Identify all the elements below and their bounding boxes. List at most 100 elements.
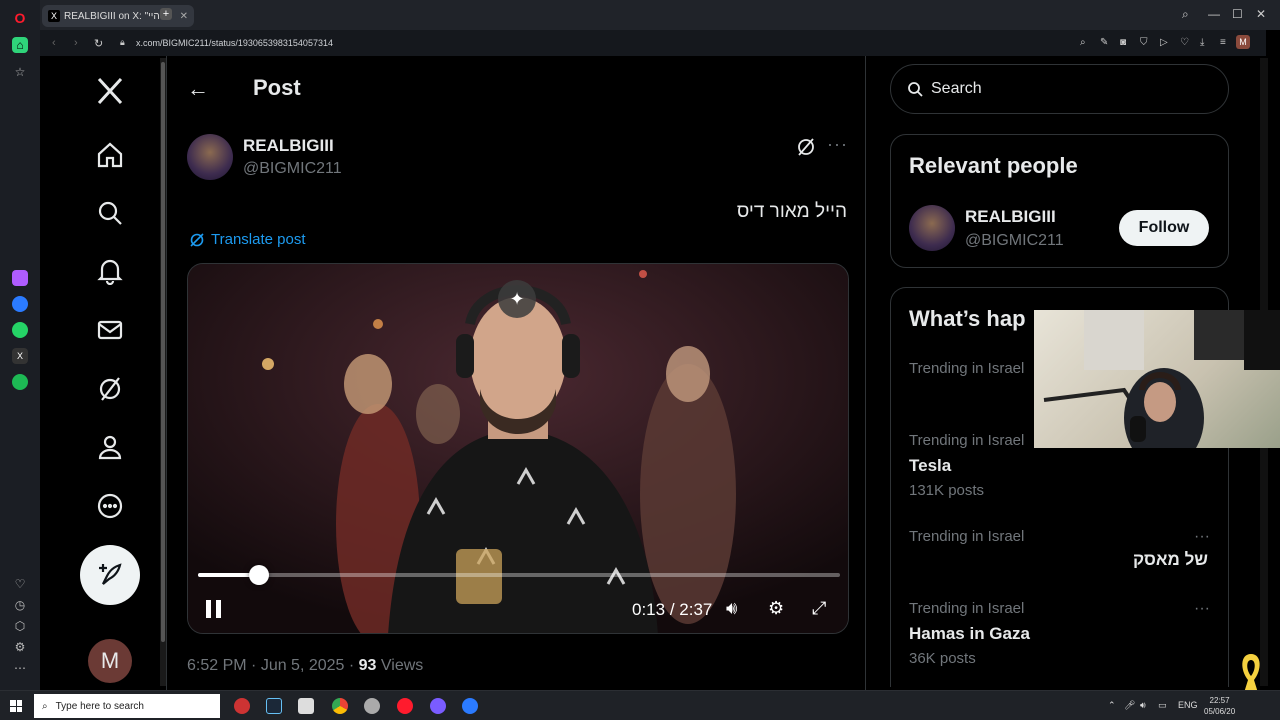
spotify-icon[interactable] <box>12 374 28 390</box>
url-field[interactable]: x.com/BIGMIC211/status/19306539831540573… <box>136 38 333 48</box>
opera-logo-icon[interactable]: O <box>12 10 28 26</box>
forward-nav-icon[interactable]: › <box>74 37 78 49</box>
post-date[interactable]: Jun 5, 2025 <box>261 657 345 674</box>
home-nav-icon[interactable] <box>95 140 125 170</box>
camera-icon[interactable]: ◙ <box>1120 37 1126 48</box>
menu-icon[interactable]: ≡ <box>1220 37 1226 48</box>
trend-more-icon[interactable]: ··· <box>1194 528 1210 546</box>
profile-avatar-icon[interactable]: M <box>1236 35 1250 49</box>
aria-icon[interactable] <box>12 270 28 286</box>
video-player[interactable]: ✦ 0:13 / 2:37 🔊︎ ⚙ ⤢ <box>187 263 849 634</box>
explore-search-icon[interactable] <box>95 198 125 228</box>
grok-nav-icon[interactable] <box>95 374 125 404</box>
webcam-frame <box>1043 310 1280 448</box>
duration: 2:37 <box>679 600 713 619</box>
settings-gear-icon[interactable]: ⚙ <box>768 598 784 619</box>
edit-icon[interactable]: ✎ <box>1100 37 1108 48</box>
favorite-icon[interactable]: ♡ <box>1180 37 1189 48</box>
post-column: ← Post REALBIGIII @BIGMIC211 ··· הייל מא… <box>166 56 866 690</box>
clock-time: 22:57 <box>1209 696 1230 705</box>
translate-post-link[interactable]: Translate post <box>189 231 306 248</box>
minimize-icon[interactable]: — <box>1208 7 1220 21</box>
star-icon[interactable]: ☆ <box>12 64 28 80</box>
history-icon[interactable]: ◷ <box>12 597 28 613</box>
whatsapp-icon[interactable] <box>12 322 28 338</box>
trend-name[interactable]: Tesla <box>909 456 951 476</box>
x-app-icon[interactable]: X <box>12 348 28 364</box>
find-icon[interactable]: ⌕ <box>1080 37 1086 48</box>
x-logo-icon[interactable] <box>95 76 125 106</box>
play-icon[interactable]: ▷ <box>1160 37 1168 48</box>
compose-post-button[interactable] <box>80 545 140 605</box>
account-avatar[interactable]: M <box>88 639 132 683</box>
trend-context: Trending in Israel <box>909 360 1025 377</box>
taskbar-search-icon: ⌕ <box>42 700 48 712</box>
opera-taskbar-icon[interactable] <box>397 698 413 714</box>
new-tab-button[interactable]: + <box>160 8 172 20</box>
follow-button[interactable]: Follow <box>1119 210 1209 246</box>
settings-icon[interactable]: ⚙ <box>12 639 28 655</box>
windows-start-icon[interactable] <box>10 700 22 712</box>
person-avatar[interactable] <box>909 205 955 251</box>
tab-close-icon[interactable]: ✕ <box>180 11 188 22</box>
tab-title: REALBIGIII on X: "היי" <box>64 10 160 22</box>
video-progress-bar[interactable] <box>198 565 840 585</box>
trend-context: Trending in Israel <box>909 600 1025 617</box>
tab-search-icon[interactable]: ⌕ <box>1182 7 1189 22</box>
windows-taskbar: ⌕ Type here to search ⌃ 🎤︎ 🔊︎ ▭ ENG 22:5… <box>0 690 1280 720</box>
trend-more-icon[interactable]: ··· <box>1194 600 1210 618</box>
post-time[interactable]: 6:52 PM <box>187 657 247 674</box>
taskbar-app-icon[interactable] <box>234 698 250 714</box>
taskbar-app-icon[interactable] <box>462 698 478 714</box>
shield-icon[interactable]: ⛉ <box>1140 37 1148 48</box>
chrome-icon[interactable] <box>332 698 348 714</box>
author-handle[interactable]: @BIGMIC211 <box>243 160 342 178</box>
webcam-overlay <box>1034 310 1280 448</box>
reload-icon[interactable]: ↻ <box>94 37 103 50</box>
language-indicator[interactable]: ENG <box>1178 700 1198 710</box>
taskbar-search[interactable]: ⌕ Type here to search <box>34 694 220 718</box>
microphone-icon[interactable]: 🎤︎ <box>1124 700 1135 711</box>
more-icon[interactable]: ⋯ <box>12 660 28 676</box>
messages-mail-icon[interactable] <box>95 315 125 345</box>
progress-scrubber[interactable] <box>248 565 269 585</box>
taskbar-app-icon[interactable] <box>364 698 380 714</box>
post-more-icon[interactable]: ··· <box>827 134 848 155</box>
author-avatar[interactable] <box>187 134 233 180</box>
grok-translate-icon <box>190 232 204 247</box>
grok-explain-icon[interactable] <box>795 136 817 158</box>
messenger-icon[interactable] <box>12 296 28 312</box>
taskbar-clock[interactable]: 22:57 05/06/20 <box>1204 695 1235 717</box>
person-name[interactable]: REALBIGIII <box>965 207 1056 227</box>
sparkle-icon[interactable]: ✦ <box>498 280 536 318</box>
person-handle[interactable]: @BIGMIC211 <box>965 232 1064 250</box>
more-options-icon[interactable] <box>95 491 125 521</box>
profile-person-icon[interactable] <box>95 432 125 462</box>
maximize-icon[interactable]: ☐ <box>1232 7 1243 21</box>
back-arrow-icon[interactable]: ← <box>187 76 209 102</box>
current-time: 0:13 <box>632 600 666 619</box>
network-icon[interactable]: ▭ <box>1158 700 1167 711</box>
download-icon[interactable]: ⤓ <box>1200 37 1204 48</box>
taskbar-app-icon[interactable] <box>298 698 314 714</box>
close-window-icon[interactable]: ✕ <box>1256 7 1266 21</box>
search-box[interactable]: Search <box>890 64 1229 114</box>
trend-name[interactable]: של מאסק <box>1133 550 1208 570</box>
fullscreen-icon[interactable]: ⤢ <box>812 598 826 619</box>
tray-chevron-icon[interactable]: ⌃ <box>1108 700 1116 711</box>
back-nav-icon[interactable]: ‹ <box>52 37 56 49</box>
steam-icon[interactable] <box>266 698 282 714</box>
speaker-icon[interactable]: 🔊︎ <box>1140 700 1146 711</box>
notifications-bell-icon[interactable] <box>95 256 125 286</box>
home-icon[interactable]: ⌂ <box>12 37 28 53</box>
extensions-icon[interactable]: ⬡ <box>12 618 28 634</box>
trend-name[interactable]: Hamas in Gaza <box>909 624 1030 644</box>
views-label: Views <box>380 657 424 674</box>
taskbar-app-icon[interactable] <box>430 698 446 714</box>
heart-icon[interactable]: ♡ <box>12 576 28 592</box>
pause-button[interactable] <box>206 600 221 618</box>
scrollbar-thumb[interactable] <box>161 62 165 642</box>
video-frame <box>188 264 848 633</box>
volume-icon[interactable]: 🔊︎ <box>726 598 737 619</box>
author-name[interactable]: REALBIGIII <box>243 136 334 156</box>
